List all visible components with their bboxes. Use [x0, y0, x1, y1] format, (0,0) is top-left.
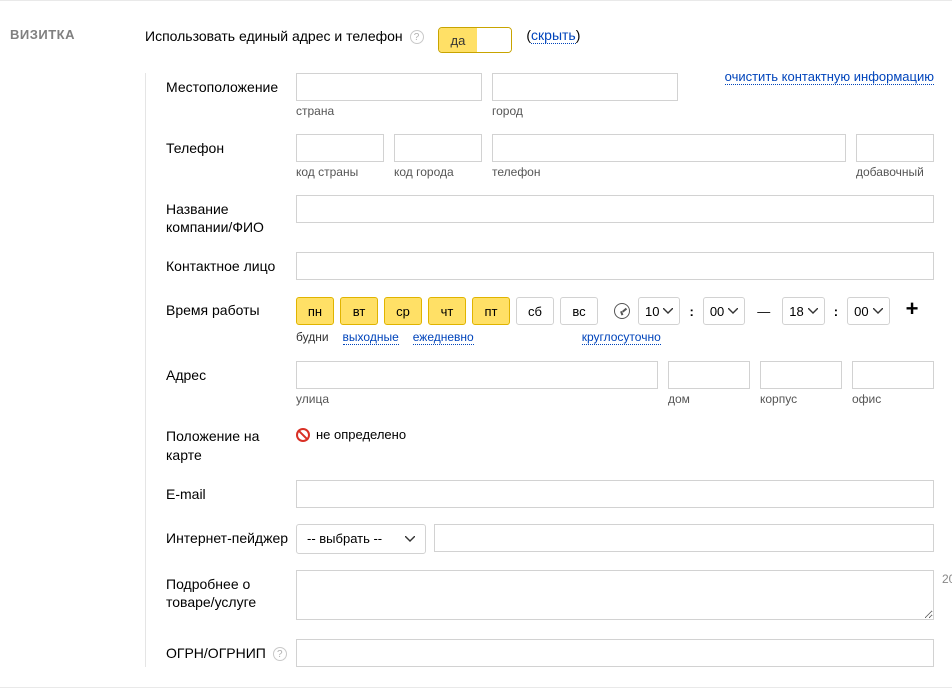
- time-dash: —: [751, 304, 776, 319]
- help-icon[interactable]: ?: [410, 30, 424, 44]
- city-input[interactable]: [492, 73, 678, 101]
- company-label: Название компании/ФИО: [166, 195, 296, 236]
- pager-label: Интернет-пейджер: [166, 524, 296, 547]
- phone-sublabel: телефон: [492, 165, 846, 179]
- office-sublabel: офис: [852, 392, 934, 406]
- street-input[interactable]: [296, 361, 658, 389]
- pager-type-select[interactable]: -- выбрать --: [296, 524, 426, 554]
- section-title: Визитка: [10, 27, 145, 667]
- toggle-yes[interactable]: да: [439, 28, 478, 52]
- to-hour-select[interactable]: 18: [782, 297, 824, 325]
- house-input[interactable]: [668, 361, 750, 389]
- phone-label: Телефон: [166, 134, 296, 157]
- office-input[interactable]: [852, 361, 934, 389]
- hide-link[interactable]: скрыть: [531, 27, 576, 44]
- ogrn-label: ОГРН/ОГРНИП ?: [166, 639, 296, 662]
- days-container: пнвтсрчтптсбвс 10 : 00 — 18: [296, 296, 934, 326]
- country-sublabel: страна: [296, 104, 482, 118]
- day-sun-button[interactable]: вс: [560, 297, 598, 325]
- use-single-address-label: Использовать единый адрес и телефон ?: [145, 27, 424, 45]
- ext-input[interactable]: [856, 134, 934, 162]
- use-single-address-toggle[interactable]: да: [438, 27, 513, 53]
- not-defined-icon: [296, 428, 310, 442]
- toggle-no[interactable]: [477, 28, 511, 52]
- details-counter: 200: [942, 572, 952, 586]
- street-sublabel: улица: [296, 392, 658, 406]
- city-code-sublabel: код города: [394, 165, 482, 179]
- block-sublabel: корпус: [760, 392, 842, 406]
- allday-link[interactable]: круглосуточно: [582, 330, 661, 345]
- day-sat-button[interactable]: сб: [516, 297, 554, 325]
- map-position-label: Положение на карте: [166, 422, 296, 463]
- from-hour-select[interactable]: 10: [638, 297, 680, 325]
- chevron-down-icon: [728, 308, 738, 314]
- details-textarea[interactable]: [296, 570, 934, 620]
- weekend-link[interactable]: выходные: [343, 330, 399, 345]
- clock-icon: [614, 303, 630, 319]
- chevron-down-icon: [873, 308, 883, 314]
- country-input[interactable]: [296, 73, 482, 101]
- pager-id-input[interactable]: [434, 524, 934, 552]
- country-code-input[interactable]: [296, 134, 384, 162]
- day-thu-button[interactable]: чт: [428, 297, 466, 325]
- phone-input[interactable]: [492, 134, 846, 162]
- day-tue-button[interactable]: вт: [340, 297, 378, 325]
- block-input[interactable]: [760, 361, 842, 389]
- daily-link[interactable]: ежедневно: [413, 330, 474, 345]
- from-min-select[interactable]: 00: [703, 297, 745, 325]
- day-mon-button[interactable]: пн: [296, 297, 334, 325]
- day-fri-button[interactable]: пт: [472, 297, 510, 325]
- ogrn-input[interactable]: [296, 639, 934, 667]
- country-code-sublabel: код страны: [296, 165, 384, 179]
- city-code-input[interactable]: [394, 134, 482, 162]
- to-min-select[interactable]: 00: [847, 297, 889, 325]
- ext-sublabel: добавочный: [856, 165, 934, 179]
- time-colon: :: [686, 304, 696, 319]
- chevron-down-icon: [405, 536, 415, 542]
- help-icon[interactable]: ?: [273, 647, 287, 661]
- house-sublabel: дом: [668, 392, 750, 406]
- hide-link-wrap: (скрыть): [526, 27, 580, 43]
- details-label: Подробнее о товаре/услуге: [166, 570, 296, 611]
- address-label: Адрес: [166, 361, 296, 384]
- location-label: Местоположение: [166, 73, 296, 96]
- city-sublabel: город: [492, 104, 678, 118]
- chevron-down-icon: [808, 308, 818, 314]
- time-colon: :: [831, 304, 841, 319]
- map-status-text: не определено: [316, 427, 406, 442]
- email-label: E-mail: [166, 480, 296, 503]
- weekdays-label: будни: [296, 330, 329, 345]
- contact-input[interactable]: [296, 252, 934, 280]
- email-input[interactable]: [296, 480, 934, 508]
- add-time-range-button[interactable]: +: [896, 296, 923, 326]
- day-wed-button[interactable]: ср: [384, 297, 422, 325]
- workhours-label: Время работы: [166, 296, 296, 319]
- chevron-down-icon: [663, 308, 673, 314]
- company-input[interactable]: [296, 195, 934, 223]
- contact-label: Контактное лицо: [166, 252, 296, 275]
